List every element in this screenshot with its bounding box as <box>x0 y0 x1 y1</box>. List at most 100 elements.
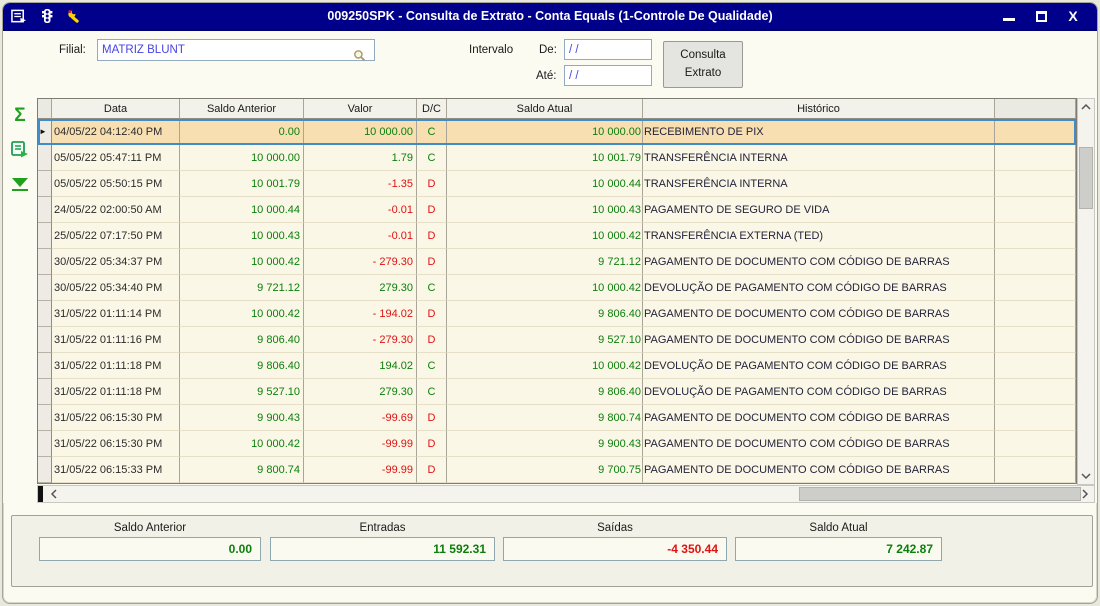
wrench-icon[interactable] <box>67 8 83 24</box>
summary-saldo-anterior-value: 0.00 <box>39 537 261 561</box>
sum-sigma-icon[interactable]: Σ <box>9 104 31 126</box>
scroll-down-icon[interactable] <box>1078 468 1094 484</box>
form-icon <box>11 8 27 24</box>
filial-input[interactable] <box>97 39 375 61</box>
cell-dc: D <box>417 431 447 457</box>
table-row[interactable]: ► 04/05/22 04:12:40 PM 0.00 10 000.00 C 10 00… <box>38 119 1076 145</box>
side-toolbar: Σ <box>3 98 37 503</box>
row-selector <box>38 171 52 197</box>
summary-saldo-atual-label: Saldo Atual <box>809 522 868 534</box>
cell-dc: D <box>417 197 447 223</box>
cell-valor: - 194.02 <box>304 301 417 327</box>
vertical-scroll-thumb[interactable] <box>1079 147 1093 209</box>
cell-data: 05/05/22 05:47:11 PM <box>52 145 180 171</box>
cell-valor: 194.02 <box>304 353 417 379</box>
cell-trailing <box>995 405 1076 431</box>
cell-saldo-anterior: 9 800.74 <box>180 457 304 483</box>
table-body: ► 04/05/22 04:12:40 PM 0.00 10 000.00 C 10 00… <box>38 119 1076 483</box>
cell-valor: -99.99 <box>304 431 417 457</box>
filter-funnel-icon[interactable] <box>9 174 31 196</box>
consulta-extrato-button[interactable]: Consulta Extrato <box>663 41 743 88</box>
table-row[interactable]: 31/05/22 01:11:14 PM 10 000.42- 194.02 D 9 … <box>38 301 1076 327</box>
cell-saldo-anterior: 9 721.12 <box>180 275 304 301</box>
cell-data: 24/05/22 02:00:50 AM <box>52 197 180 223</box>
date-from-input[interactable] <box>564 39 652 60</box>
header-historico[interactable]: Histórico <box>643 99 995 119</box>
cell-saldo-anterior: 10 000.42 <box>180 249 304 275</box>
cell-trailing <box>995 223 1076 249</box>
scroll-right-icon[interactable] <box>1077 486 1093 502</box>
export-report-icon[interactable] <box>9 139 31 161</box>
cell-historico: DEVOLUÇÃO DE PAGAMENTO COM CÓDIGO DE BAR… <box>643 353 995 379</box>
table-row[interactable]: 31/05/22 06:15:30 PM 9 900.43 -99.69 D 9 800… <box>38 405 1076 431</box>
header-valor[interactable]: Valor <box>304 99 417 119</box>
close-button[interactable]: X <box>1065 8 1081 24</box>
cell-historico: TRANSFERÊNCIA INTERNA <box>643 145 995 171</box>
cell-saldo-atual: 10 001.79 <box>447 145 643 171</box>
scroll-up-icon[interactable] <box>1078 99 1094 115</box>
table-row[interactable]: 31/05/22 01:11:16 PM 9 806.40- 279.30 D 9 5… <box>38 327 1076 353</box>
cell-dc: D <box>417 327 447 353</box>
maximize-button[interactable] <box>1033 8 1049 24</box>
row-selector <box>38 405 52 431</box>
header-data[interactable]: Data <box>52 99 180 119</box>
summary-saidas-value: -4 350.44 <box>503 537 727 561</box>
cell-historico: PAGAMENTO DE DOCUMENTO COM CÓDIGO DE BAR… <box>643 327 995 353</box>
table-row[interactable]: 31/05/22 06:15:33 PM 9 800.74 -99.99 D 9 700… <box>38 457 1076 483</box>
vertical-scrollbar[interactable] <box>1077 98 1095 485</box>
summary-saldo-anterior-label: Saldo Anterior <box>113 522 187 534</box>
cell-trailing <box>995 145 1076 171</box>
de-label: De: <box>539 44 557 56</box>
cell-valor: -0.01 <box>304 223 417 249</box>
cell-data: 05/05/22 05:50:15 PM <box>52 171 180 197</box>
table-row[interactable]: 31/05/22 06:15:30 PM 10 000.42 -99.99 D 9 90… <box>38 431 1076 457</box>
header-saldo-atual[interactable]: Saldo Atual <box>447 99 643 119</box>
cell-saldo-anterior: 9 806.40 <box>180 353 304 379</box>
title-bar: 009250SPK - Consulta de Extrato - Conta … <box>3 3 1097 31</box>
cell-valor: - 279.30 <box>304 249 417 275</box>
table-row[interactable]: 31/05/22 01:11:18 PM 9 806.40 194.02 C 10 00… <box>38 353 1076 379</box>
scroll-left-icon[interactable] <box>46 486 62 502</box>
cell-data: 30/05/22 05:34:40 PM <box>52 275 180 301</box>
header-dc[interactable]: D/C <box>417 99 447 119</box>
date-to-input[interactable] <box>564 65 652 86</box>
cell-dc: C <box>417 275 447 301</box>
cell-saldo-anterior: 0.00 <box>180 119 304 145</box>
cell-historico: PAGAMENTO DE DOCUMENTO COM CÓDIGO DE BAR… <box>643 405 995 431</box>
horizontal-scroll-thumb[interactable] <box>799 487 1081 501</box>
table-row[interactable]: 24/05/22 02:00:50 AM 10 000.44 -0.01 D 10 00… <box>38 197 1076 223</box>
table-row[interactable]: 25/05/22 07:17:50 PM 10 000.43 -0.01 D 10 00… <box>38 223 1076 249</box>
header-saldo-anterior[interactable]: Saldo Anterior <box>180 99 304 119</box>
cell-trailing <box>995 197 1076 223</box>
summary-entradas-value: 11 592.31 <box>270 537 495 561</box>
table-header: Data Saldo Anterior Valor D/C Saldo Atua… <box>38 99 1076 119</box>
minimize-button[interactable] <box>1001 8 1017 24</box>
cell-trailing <box>995 119 1076 145</box>
row-selector <box>38 275 52 301</box>
cell-trailing <box>995 301 1076 327</box>
cell-trailing <box>995 457 1076 483</box>
table-row[interactable]: 30/05/22 05:34:40 PM 9 721.12 279.30 C 10 00… <box>38 275 1076 301</box>
cell-historico: TRANSFERÊNCIA EXTERNA (TED) <box>643 223 995 249</box>
cell-saldo-anterior: 9 527.10 <box>180 379 304 405</box>
cell-valor: 279.30 <box>304 379 417 405</box>
row-selector <box>38 223 52 249</box>
cell-dc: D <box>417 301 447 327</box>
header-trailing <box>995 99 1076 119</box>
table-row[interactable]: 05/05/22 05:47:11 PM 10 000.00 1.79 C 10 001… <box>38 145 1076 171</box>
row-selector <box>38 197 52 223</box>
table-row[interactable]: 30/05/22 05:34:37 PM 10 000.42- 279.30 D 9 … <box>38 249 1076 275</box>
minimize-icon <box>1003 17 1015 21</box>
table-row[interactable]: 05/05/22 05:50:15 PM 10 001.79 -1.35 D 10 00… <box>38 171 1076 197</box>
cell-saldo-atual: 10 000.42 <box>447 223 643 249</box>
table-row[interactable]: 31/05/22 01:11:18 PM 9 527.10 279.30 C 9 806… <box>38 379 1076 405</box>
window-title: 009250SPK - Consulta de Extrato - Conta … <box>327 9 773 23</box>
horizontal-scrollbar[interactable] <box>37 485 1095 503</box>
row-selector <box>38 145 52 171</box>
cell-valor: -99.99 <box>304 457 417 483</box>
consulta-extrato-label-2: Extrato <box>684 66 722 79</box>
cell-data: 31/05/22 01:11:16 PM <box>52 327 180 353</box>
cell-saldo-anterior: 10 000.42 <box>180 431 304 457</box>
resize-grip[interactable] <box>38 486 43 502</box>
cell-historico: PAGAMENTO DE DOCUMENTO COM CÓDIGO DE BAR… <box>643 249 995 275</box>
